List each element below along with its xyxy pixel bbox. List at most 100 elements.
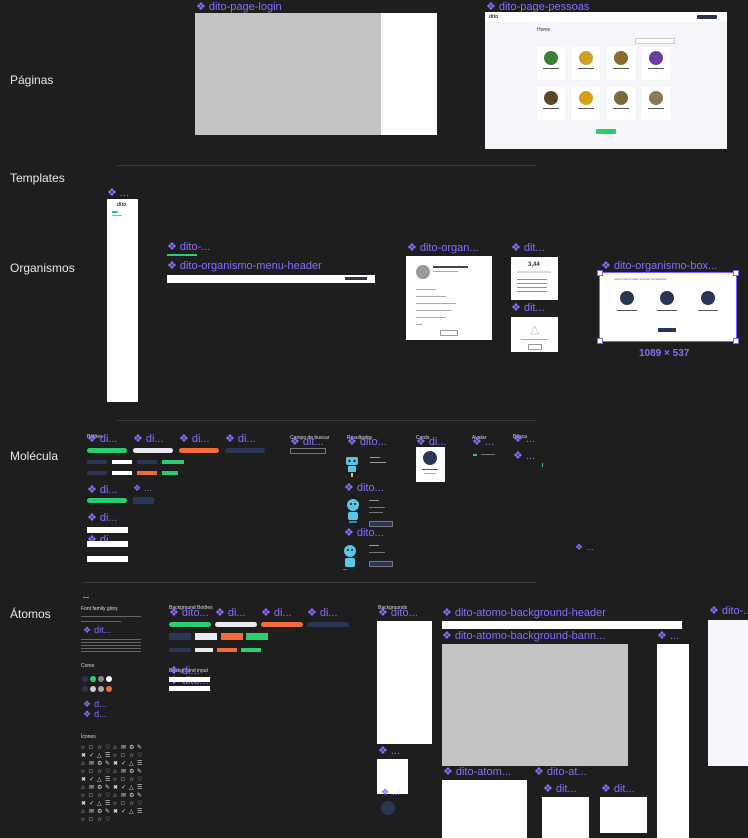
- molecule-label[interactable]: dito...: [347, 435, 387, 448]
- molecule-label[interactable]: di...: [87, 483, 118, 496]
- background-frame[interactable]: [377, 621, 432, 744]
- molecule-label[interactable]: ...: [513, 432, 535, 445]
- atom-label[interactable]: ...: [381, 787, 400, 798]
- atom-label[interactable]: dito...: [378, 606, 418, 619]
- cursor-mark: [542, 463, 543, 467]
- page-pessoas-frame[interactable]: dito Home: [485, 12, 727, 149]
- section-label-molecula: Molécula: [10, 449, 59, 463]
- icon-sample-icon: ✉: [89, 785, 95, 791]
- template-logo: dito: [117, 202, 127, 208]
- resize-handle[interactable]: [733, 338, 739, 344]
- text-line: [416, 310, 451, 311]
- background-banner-frame[interactable]: [442, 644, 628, 766]
- icon-sample-icon: ☰: [105, 777, 111, 783]
- atom-label[interactable]: ...: [657, 629, 679, 642]
- molecule-label[interactable]: dit...: [290, 435, 324, 448]
- atom-label[interactable]: dito-...: [709, 604, 748, 617]
- text-line: [543, 108, 559, 109]
- frame-label-menu-header[interactable]: dito-organismo-menu-header: [167, 259, 322, 272]
- molecule-label[interactable]: di...: [87, 432, 118, 445]
- molecule-label[interactable]: ...: [133, 483, 152, 494]
- atom-label[interactable]: dito-atom...: [443, 765, 511, 778]
- frame-label-dit-b[interactable]: dit...: [511, 301, 545, 314]
- molecule-label[interactable]: di...: [179, 432, 210, 445]
- icon-sample-icon: ☆: [129, 753, 135, 759]
- frame-label-page-login[interactable]: dito-page-login: [196, 0, 282, 13]
- button-sample: [137, 460, 157, 464]
- avatar-dot-sample: [473, 454, 477, 456]
- color-swatch: [90, 686, 96, 692]
- atom-label[interactable]: dit...: [543, 782, 577, 795]
- button-sample: [225, 448, 265, 453]
- organismo-box-frame[interactable]: Lorem ipsum dolor sit amet consectetur: [599, 272, 737, 342]
- icon-sample-icon: ♡: [105, 769, 111, 775]
- frame-label-organismo-menu[interactable]: dito-...: [167, 240, 211, 253]
- bg-button-sample: [241, 648, 261, 652]
- molecule-label[interactable]: ...: [575, 542, 594, 553]
- organ-profile-frame[interactable]: [406, 256, 492, 340]
- bg-button-sample: [169, 622, 211, 627]
- molecule-label[interactable]: di...: [225, 432, 256, 445]
- atom-label[interactable]: d...: [83, 709, 107, 720]
- atom-label[interactable]: dito-at...: [534, 765, 587, 778]
- background-frame[interactable]: [657, 644, 689, 838]
- icon-sample-icon: □: [89, 745, 93, 751]
- page-login-frame[interactable]: [195, 13, 437, 135]
- frame-label-template[interactable]: ...: [107, 186, 129, 199]
- bg-input-sample: [169, 677, 210, 682]
- empty-state-frame[interactable]: △: [511, 317, 558, 352]
- score-frame[interactable]: 3,44: [511, 257, 558, 300]
- icon-sample-icon: ♡: [137, 801, 143, 807]
- atom-label[interactable]: dito-atomo-background-header: [442, 606, 606, 619]
- resize-handle[interactable]: [597, 338, 603, 344]
- atom-label[interactable]: ...: [378, 744, 400, 757]
- background-frame[interactable]: [708, 620, 748, 766]
- frame-label-organismo-box[interactable]: dito-organismo-box...: [601, 259, 717, 272]
- frame-label-organ[interactable]: dito-organ...: [407, 241, 479, 254]
- atom-label[interactable]: di...: [307, 606, 338, 619]
- molecule-label[interactable]: dito...: [344, 481, 384, 494]
- icon-sample-icon: ✎: [137, 745, 143, 751]
- atom-label[interactable]: di...: [261, 606, 292, 619]
- icon-sample-icon: ☰: [105, 753, 111, 759]
- avatar: [614, 51, 628, 65]
- icon-sample-icon: □: [89, 769, 93, 775]
- text-line: [578, 108, 594, 109]
- molecule-label[interactable]: dito...: [344, 526, 384, 539]
- divider: [117, 420, 537, 421]
- box-avatar: [701, 291, 715, 305]
- background-header-frame[interactable]: [442, 621, 682, 629]
- background-frame[interactable]: [600, 797, 647, 833]
- pessoas-logo: dito: [489, 14, 499, 20]
- atom-label[interactable]: dito...: [169, 606, 209, 619]
- background-frame[interactable]: [542, 797, 589, 838]
- icon-sample-icon: ✖: [113, 809, 119, 815]
- person-card: [572, 87, 600, 120]
- text-line: [617, 310, 637, 311]
- resize-handle[interactable]: [733, 270, 739, 276]
- atom-label[interactable]: di...: [215, 606, 246, 619]
- icon-sample-icon: △: [97, 801, 102, 807]
- icon-sample-icon: ✖: [113, 785, 119, 791]
- atom-label[interactable]: dit...: [601, 782, 635, 795]
- avatar: [423, 451, 437, 465]
- text-line: [369, 500, 379, 501]
- molecule-label[interactable]: di...: [133, 432, 164, 445]
- molecule-label[interactable]: ...: [472, 435, 494, 448]
- template-frame[interactable]: dito: [107, 199, 138, 402]
- template-line: [112, 211, 118, 213]
- icon-sample-icon: ⚙: [97, 809, 103, 815]
- menu-header-frame[interactable]: [167, 275, 375, 283]
- icon-sample-icon: □: [89, 817, 93, 823]
- icon-sample-icon: ☆: [129, 777, 135, 783]
- resize-handle[interactable]: [597, 270, 603, 276]
- molecule-label[interactable]: ...: [513, 449, 535, 462]
- background-frame[interactable]: [442, 780, 527, 838]
- button-sample: [87, 448, 127, 453]
- frame-label-dit-a[interactable]: dit...: [511, 241, 545, 254]
- robot-illustration-icon: [344, 455, 360, 477]
- divider: [83, 582, 537, 583]
- atom-label[interactable]: dit...: [83, 625, 111, 636]
- molecule-label[interactable]: di...: [87, 511, 118, 524]
- atom-label[interactable]: dito-atomo-background-bann...: [442, 629, 605, 642]
